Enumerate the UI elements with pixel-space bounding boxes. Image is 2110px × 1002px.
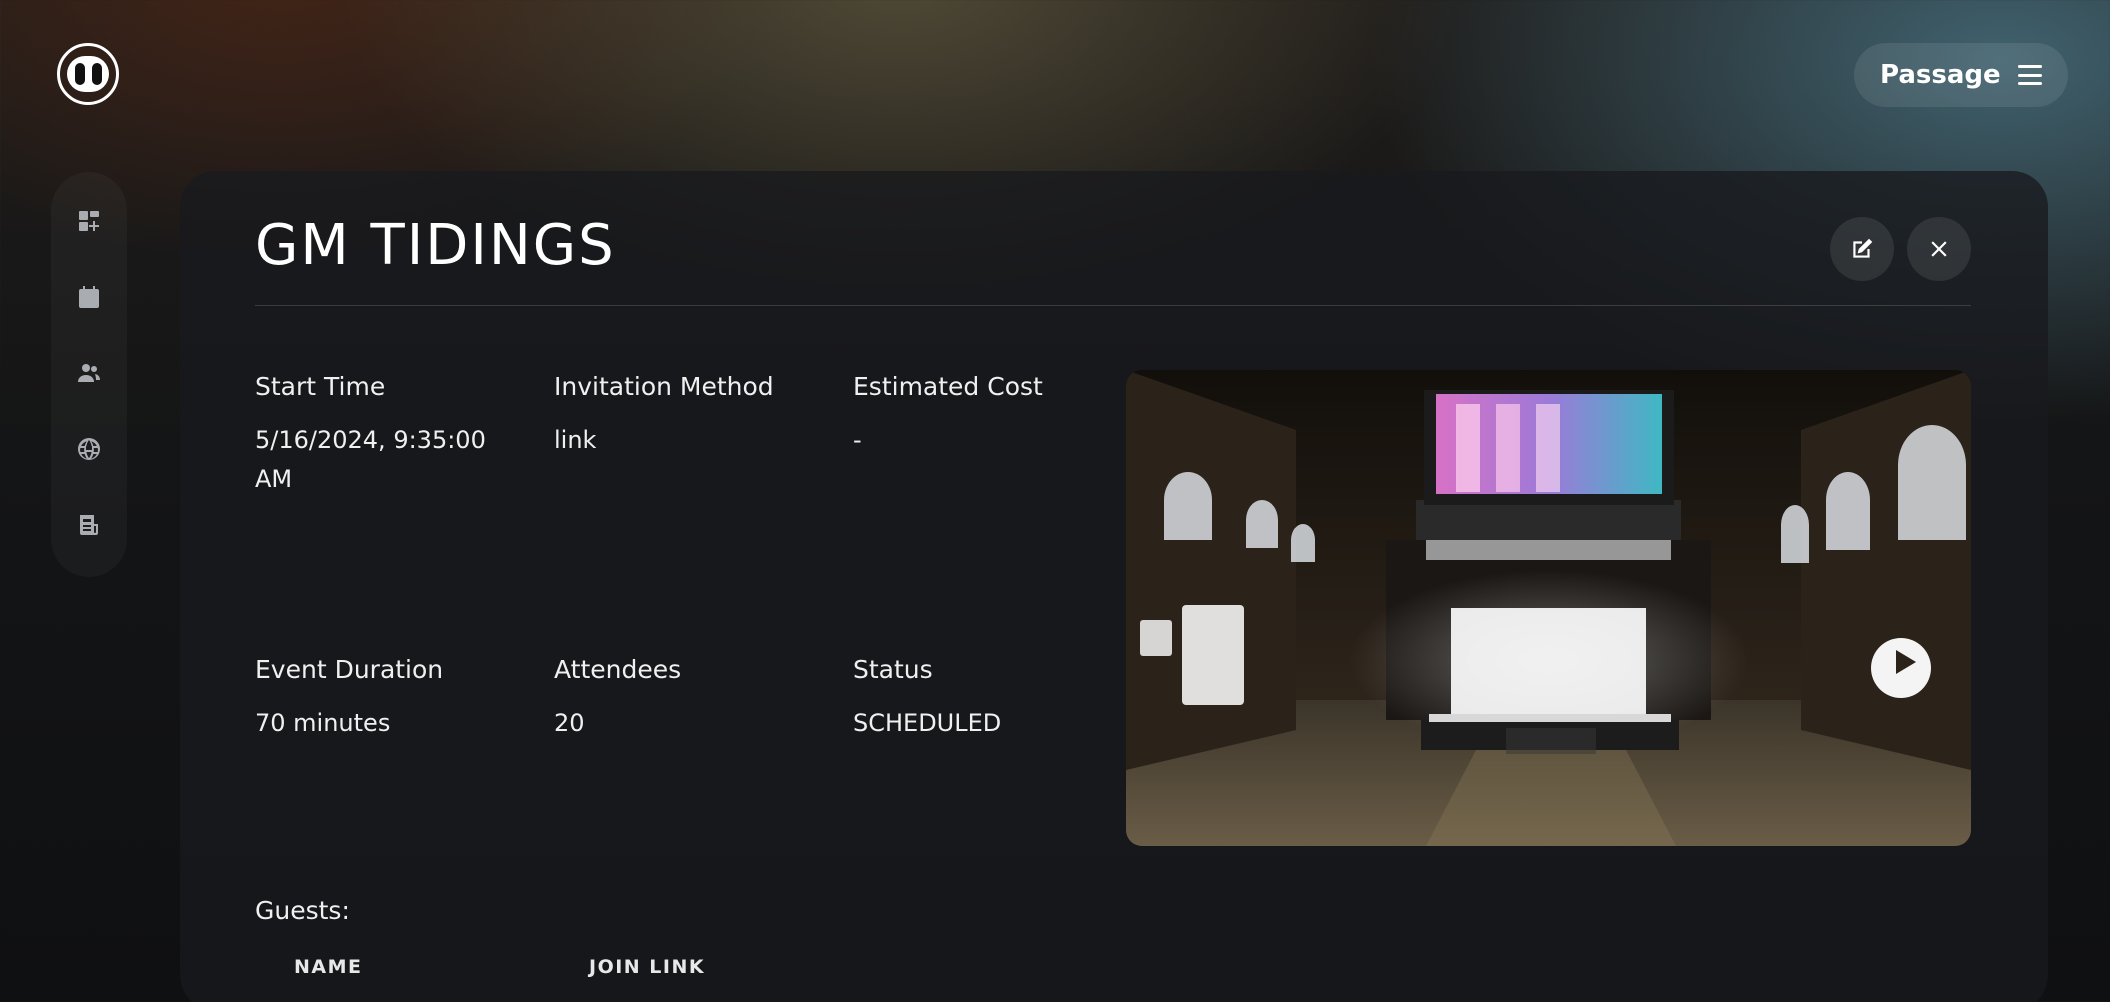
account-menu-label: Passage	[1880, 60, 2001, 90]
sidebar-item-worlds[interactable]	[75, 436, 103, 462]
guests-column-name: NAME	[294, 956, 363, 978]
users-icon	[78, 364, 100, 382]
event-venue-image	[1126, 370, 1971, 846]
close-button[interactable]	[1907, 217, 1971, 281]
field-label: Estimated Cost	[853, 372, 1043, 401]
field-value: 70 minutes	[255, 708, 391, 737]
event-title: GM TIDINGS	[255, 213, 616, 278]
field-label: Attendees	[554, 655, 682, 684]
field-label: Start Time	[255, 372, 386, 401]
logo-face-icon	[67, 56, 109, 92]
field-label: Invitation Method	[554, 372, 774, 401]
globe-icon	[78, 438, 100, 460]
field-estimated-cost: Estimated Cost -	[853, 371, 1113, 460]
field-invitation-method: Invitation Method link	[554, 371, 814, 460]
field-event-duration: Event Duration 70 minutes	[255, 654, 515, 743]
field-value: SCHEDULED	[853, 708, 1002, 737]
hamburger-menu-icon	[2018, 65, 2042, 85]
field-value: -	[853, 425, 862, 454]
title-divider	[255, 305, 1971, 306]
sidebar-item-calendar[interactable]	[75, 284, 103, 310]
dashboard-add-icon	[79, 211, 99, 231]
guests-label: Guests:	[255, 896, 350, 925]
sidebar-item-dashboard[interactable]	[75, 208, 103, 234]
sidebar-nav	[51, 172, 127, 577]
field-attendees: Attendees 20	[554, 654, 814, 743]
news-icon	[80, 515, 98, 535]
field-value: link	[554, 425, 597, 454]
edit-event-button[interactable]	[1830, 217, 1894, 281]
field-start-time: Start Time 5/16/2024, 9:35:00 AM	[255, 371, 515, 499]
app-logo[interactable]	[57, 43, 119, 105]
field-label: Event Duration	[255, 655, 444, 684]
field-label: Status	[853, 655, 933, 684]
calendar-icon	[79, 286, 99, 308]
field-status: Status SCHEDULED	[853, 654, 1113, 743]
sidebar-item-users[interactable]	[75, 360, 103, 386]
guests-column-join-link: JOIN LINK	[589, 956, 706, 978]
sidebar-item-news[interactable]	[75, 512, 103, 538]
edit-icon	[1853, 238, 1873, 258]
field-value: 5/16/2024, 9:35:00 AM	[255, 425, 486, 493]
event-detail-card: GM TIDINGS Start Time 5/16/2024, 9:35:00…	[180, 171, 2048, 1002]
account-menu-button[interactable]: Passage	[1854, 43, 2068, 107]
close-icon	[1931, 241, 1947, 257]
field-value: 20	[554, 708, 585, 737]
